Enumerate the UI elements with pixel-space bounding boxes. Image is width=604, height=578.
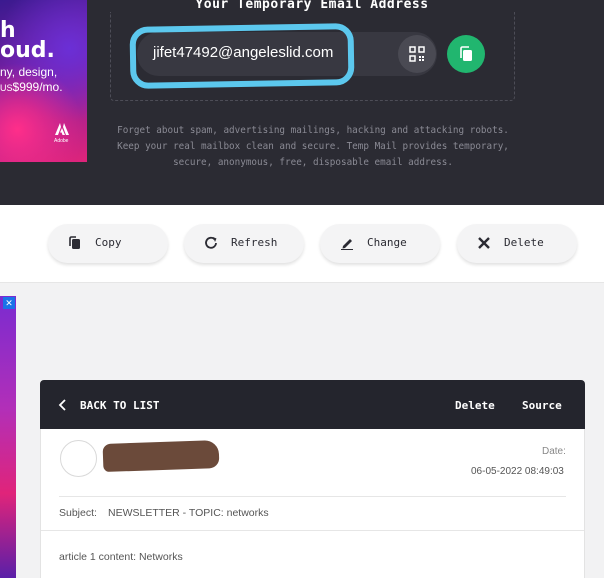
refresh-button[interactable]: Refresh [184, 224, 304, 263]
chevron-left-icon[interactable] [58, 398, 68, 412]
refresh-icon [205, 236, 217, 249]
qr-code-icon [409, 46, 425, 62]
delete-label: Delete [504, 236, 544, 249]
ad-close-icon[interactable]: ✕ [3, 297, 15, 309]
highlight-annotation [129, 23, 355, 89]
date-value: 06-05-2022 08:49:03 [471, 466, 564, 477]
back-to-list-link[interactable]: BACK TO LIST [80, 399, 159, 412]
ad-brand: Adobe [54, 138, 69, 144]
ad-headline-2: oud. [0, 38, 55, 63]
adobe-logo-icon [55, 123, 69, 135]
qr-code-button[interactable] [398, 35, 436, 73]
subject-label: Subject: [59, 507, 97, 519]
divider [59, 496, 566, 497]
service-description: Forget about spam, advertising mailings,… [117, 125, 509, 168]
copy-email-button[interactable] [447, 35, 485, 73]
mail-source-link[interactable]: Source [522, 399, 562, 412]
page-title: Your Temporary Email Address [195, 0, 429, 12]
subject-value: NEWSLETTER - TOPIC: networks [108, 507, 269, 519]
mail-delete-link[interactable]: Delete [455, 399, 495, 412]
refresh-label: Refresh [231, 236, 278, 249]
ad-price: US$999/mo. [0, 80, 63, 94]
copy-icon [460, 46, 472, 61]
divider [41, 530, 584, 531]
mail-body: article 1 content: Networks [59, 551, 183, 563]
side-advertisement[interactable] [0, 296, 16, 578]
pen-icon [341, 239, 353, 250]
close-icon [478, 237, 490, 249]
change-button[interactable]: Change [320, 224, 440, 263]
advertisement-banner[interactable]: h oud. ny, design, US$999/mo. Adobe [0, 0, 87, 162]
date-label: Date: [542, 446, 566, 457]
copy-icon [69, 236, 80, 249]
ad-text: ny, design, [0, 65, 58, 79]
copy-button[interactable]: Copy [48, 224, 168, 263]
change-label: Change [367, 236, 407, 249]
copy-label: Copy [95, 236, 122, 249]
delete-button[interactable]: Delete [457, 224, 577, 263]
avatar [60, 440, 97, 477]
redacted-sender [102, 439, 220, 473]
